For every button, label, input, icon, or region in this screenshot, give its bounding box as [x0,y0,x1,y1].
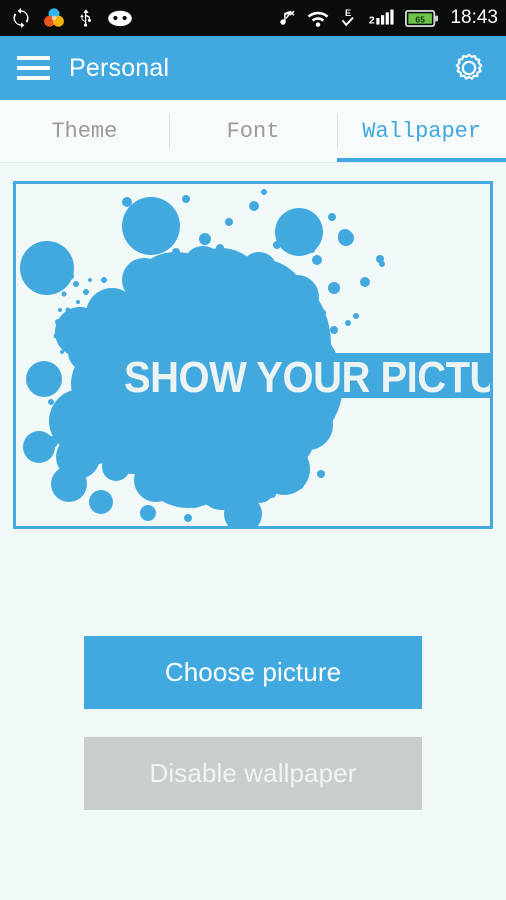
usb-icon [80,9,91,27]
sync-icon [13,7,29,29]
hamburger-menu-icon[interactable] [17,56,50,80]
edge-data-icon: E [342,8,355,27]
gear-icon [455,53,483,80]
sound-muted-icon [280,10,295,25]
svg-text:65: 65 [416,14,426,24]
tab-wallpaper[interactable]: Wallpaper [337,100,506,162]
wallpaper-preview-image: SHOW YOUR PICTURE [16,184,490,526]
hamburger-bar [17,76,50,80]
app-bar: Personal [0,36,506,100]
cyanogenmod-head-icon [108,10,132,27]
battery-icon: 65 [405,9,439,27]
status-bar-system-icons: E 2 65 18:43 [277,7,498,29]
status-bar-notifications [10,7,277,29]
wallpaper-preview[interactable]: SHOW YOUR PICTURE [13,181,493,529]
phone-screen: E 2 65 18:43 Personal Theme Font Wallpap… [0,0,506,900]
tab-font[interactable]: Font [168,100,338,162]
status-bar-clock: 18:43 [450,7,498,28]
wifi-icon [308,11,329,27]
status-bar: E 2 65 18:43 [0,0,506,36]
page-title: Personal [69,53,170,82]
cell-signal-icon: 2 [369,9,395,27]
hamburger-bar [17,66,50,70]
hamburger-bar [17,56,50,60]
svg-text:E: E [345,8,351,18]
svg-text:2: 2 [369,16,375,27]
color-circles-icon [44,8,64,27]
overlay-text: SHOW YOUR PICTURE [124,352,490,401]
tab-bar: Theme Font Wallpaper [0,100,506,162]
disable-wallpaper-button[interactable]: Disable wallpaper [84,737,422,810]
choose-picture-button[interactable]: Choose picture [84,636,422,709]
settings-button[interactable] [450,49,488,87]
tab-theme[interactable]: Theme [0,100,169,162]
